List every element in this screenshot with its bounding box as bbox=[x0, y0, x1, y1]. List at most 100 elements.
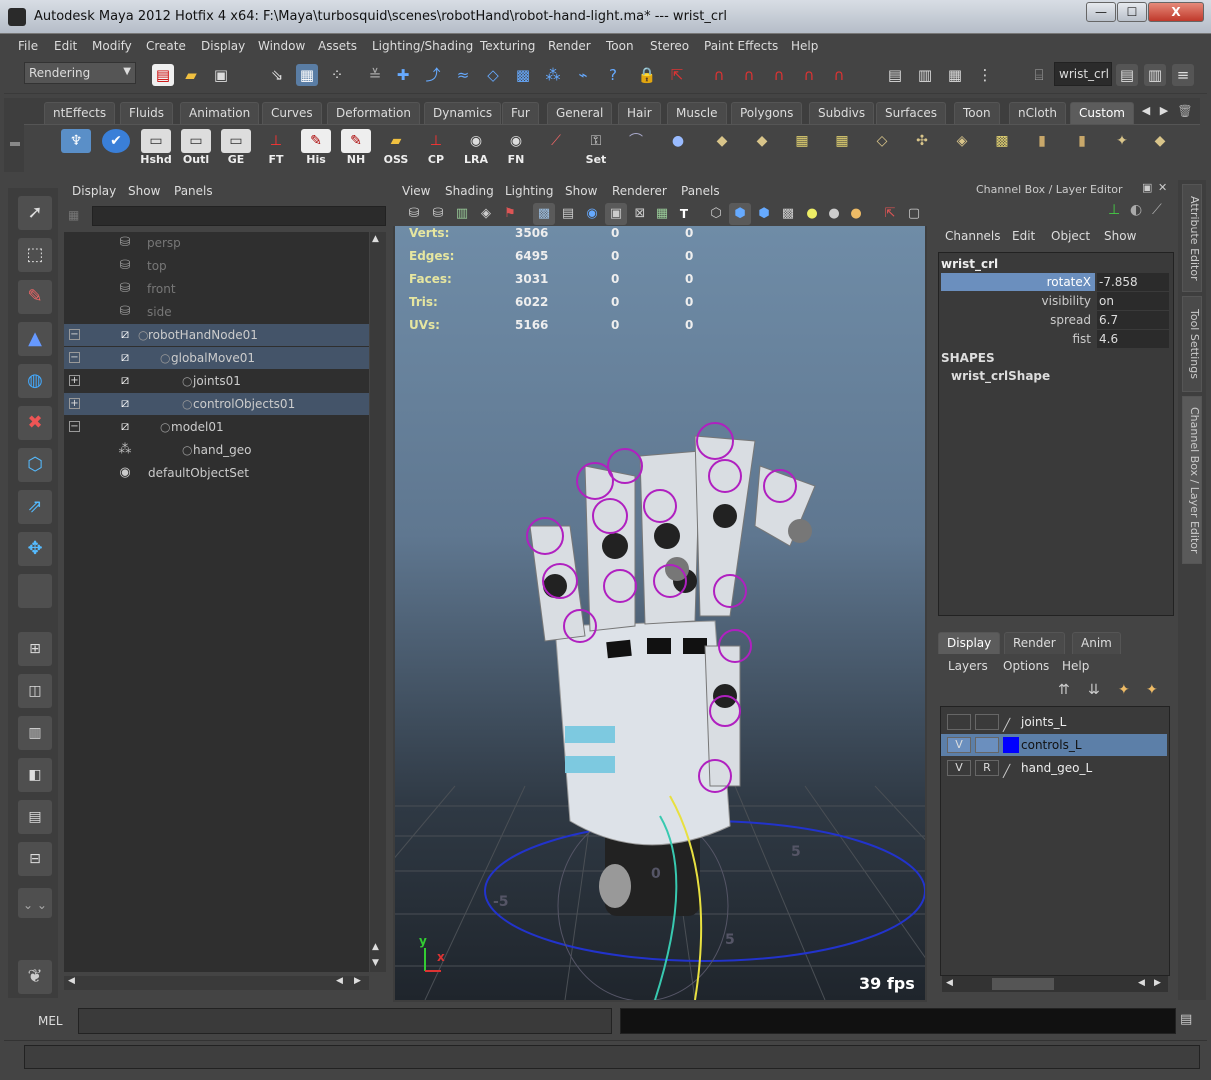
trash-icon[interactable]: 🗑 bbox=[1176, 100, 1194, 122]
gate-mask-icon[interactable]: ▣ bbox=[605, 203, 627, 225]
layer-tab-display[interactable]: Display bbox=[938, 632, 1001, 654]
smooth-shade-icon[interactable]: ⬢ bbox=[729, 203, 751, 225]
layer-tab-anim[interactable]: Anim bbox=[1072, 632, 1121, 654]
menu-render[interactable]: Render bbox=[548, 39, 591, 53]
safe-action-icon[interactable]: ▦ bbox=[651, 203, 673, 225]
channel-value[interactable]: -7.858 bbox=[1097, 273, 1169, 291]
shelf-btn-tool-10-icon[interactable]: ▮ bbox=[1064, 129, 1100, 169]
shelf-tab-muscle[interactable]: Muscle bbox=[667, 102, 727, 124]
resolution-gate-icon[interactable]: ◉ bbox=[581, 203, 603, 225]
viewport-menu-shading[interactable]: Shading bbox=[445, 184, 494, 198]
select-hierarchy-icon[interactable]: ⇘ bbox=[266, 64, 288, 86]
layer-menu-layers[interactable]: Layers bbox=[948, 659, 988, 673]
move-tool-icon[interactable]: ▲ bbox=[18, 322, 52, 356]
layout-custom-icon[interactable]: ⊟ bbox=[18, 842, 52, 876]
lasso-tool-icon[interactable]: ⬚ bbox=[18, 238, 52, 272]
input-ops-icon[interactable]: ⇱ bbox=[666, 64, 688, 86]
outliner-item-top[interactable]: ⛁ top bbox=[64, 255, 369, 277]
shelf-scroll-right-icon[interactable]: ▶ bbox=[1156, 100, 1172, 122]
viewport-menu-panels[interactable]: Panels bbox=[681, 184, 720, 198]
layer-row-controls-l[interactable]: V controls_L bbox=[941, 734, 1167, 756]
layer-visibility-toggle[interactable]: V bbox=[947, 760, 971, 776]
lock-icon[interactable]: 🔒 bbox=[636, 64, 658, 86]
layout-four-view-icon[interactable]: ⊞ bbox=[18, 632, 52, 666]
outliner-item-front[interactable]: ⛁ front bbox=[64, 278, 369, 300]
viewport-menu-renderer[interactable]: Renderer bbox=[612, 184, 667, 198]
toggle-layer-editor-icon[interactable]: ≡ bbox=[1172, 64, 1194, 86]
show-tool-settings-icon[interactable]: ▥ bbox=[914, 64, 936, 86]
maya-logo-icon[interactable]: ❦ bbox=[18, 960, 52, 994]
collapse-toggle[interactable]: − bbox=[69, 352, 80, 363]
shelf-tab-hair[interactable]: Hair bbox=[618, 102, 661, 124]
viewport-menu-lighting[interactable]: Lighting bbox=[505, 184, 554, 198]
side-tab-tool-settings[interactable]: Tool Settings bbox=[1182, 296, 1202, 392]
expand-toggle[interactable]: + bbox=[69, 375, 80, 386]
menu-stereo[interactable]: Stereo bbox=[650, 39, 689, 53]
render-current-icon[interactable]: ∩ bbox=[708, 64, 730, 86]
outliner-menu-display[interactable]: Display bbox=[72, 184, 116, 198]
shelf-btn-hshd[interactable]: ▭ Hshd bbox=[138, 129, 174, 169]
collapse-toggle[interactable]: − bbox=[69, 329, 80, 340]
shelf-btn-his[interactable]: ✎ His bbox=[298, 129, 334, 169]
outliner-item-model01[interactable]: − ⧄ ○ model01 bbox=[64, 416, 369, 438]
default-lighting-icon[interactable]: ● bbox=[801, 203, 823, 225]
outliner-item-side[interactable]: ⛁ side bbox=[64, 301, 369, 323]
new-layer-selected-icon[interactable]: ✦ bbox=[1146, 682, 1158, 698]
object-name-field[interactable]: wrist_crl bbox=[1054, 62, 1112, 86]
menu-window[interactable]: Window bbox=[258, 39, 305, 53]
scroll-down-icon[interactable]: ▼ bbox=[372, 958, 379, 968]
image-plane-icon[interactable]: ◈ bbox=[475, 203, 497, 225]
layout-menu-icon[interactable]: ⌄ ⌄ bbox=[18, 888, 52, 918]
outliner-item-robothandnode01[interactable]: − ⧄ ○ robotHandNode01 bbox=[64, 324, 369, 346]
field-options-icon[interactable]: ⌸ bbox=[1028, 64, 1050, 86]
outliner-search-field[interactable] bbox=[92, 206, 386, 226]
menu-toon[interactable]: Toon bbox=[606, 39, 634, 53]
shelf-btn-outl[interactable]: ▭ Outl bbox=[178, 129, 214, 169]
layer-display-type-toggle[interactable] bbox=[975, 714, 999, 730]
grid-icon[interactable]: ▩ bbox=[533, 203, 555, 225]
shelf-btn-check-icon[interactable]: ✔ bbox=[98, 129, 134, 169]
menu-file[interactable]: File bbox=[18, 39, 38, 53]
help-question-icon[interactable]: ? bbox=[602, 64, 624, 86]
snap-curve-icon[interactable]: ⤴ bbox=[422, 64, 444, 86]
layer-color-swatch[interactable]: ╱ bbox=[1003, 714, 1019, 732]
float-panel-icon[interactable]: ▣ bbox=[1142, 181, 1152, 194]
layer-row-hand-geo-l[interactable]: V R ╱ hand_geo_L bbox=[941, 757, 1167, 779]
shelf-btn-tool-1-icon[interactable]: ◆ bbox=[704, 129, 740, 169]
shelf-tab-deformation[interactable]: Deformation bbox=[327, 102, 420, 124]
shelf-btn-ik-icon[interactable]: ⌒ bbox=[618, 129, 654, 169]
channel-value[interactable]: 6.7 bbox=[1097, 311, 1169, 329]
open-scene-icon[interactable]: ▰ bbox=[180, 64, 202, 86]
collapse-toggle[interactable]: − bbox=[69, 421, 80, 432]
scroll-left-icon[interactable]: ◀ bbox=[68, 976, 75, 986]
shelf-btn-oss[interactable]: ▰ OSS bbox=[378, 129, 414, 169]
safe-title-icon[interactable]: T bbox=[673, 203, 695, 225]
shelf-btn-fn[interactable]: ◉ FN bbox=[498, 129, 534, 169]
new-scene-icon[interactable]: ▤ bbox=[152, 64, 174, 86]
outliner-horizontal-scrollbar[interactable]: ◀ ◀ ▶ bbox=[64, 976, 369, 990]
viewport-scene[interactable]: Verts: 3506 0 0 Edges: 6495 0 0 Faces: 3… bbox=[395, 226, 925, 1000]
move-layer-down-icon[interactable]: ⇊ bbox=[1088, 682, 1100, 698]
snap-surface-icon[interactable]: ▩ bbox=[512, 64, 534, 86]
manipulator-tool-icon[interactable]: ⬡ bbox=[18, 448, 52, 482]
menu-assets[interactable]: Assets bbox=[318, 39, 357, 53]
menuset-dropdown[interactable]: Rendering ▼ bbox=[24, 62, 136, 84]
layer-visibility-toggle[interactable] bbox=[947, 714, 971, 730]
wireframe-on-shaded-icon[interactable]: ⬢ bbox=[753, 203, 775, 225]
shelf-btn-tool-6-icon[interactable]: ✣ bbox=[904, 129, 940, 169]
grease-pencil-icon[interactable]: ⚑ bbox=[499, 203, 521, 225]
shelf-tab-painteffects[interactable]: ntEffects bbox=[44, 102, 116, 124]
bookmark-icon[interactable]: ▥ bbox=[451, 203, 473, 225]
shelf-tab-curves[interactable]: Curves bbox=[262, 102, 322, 124]
close-button[interactable]: X bbox=[1148, 2, 1204, 22]
toggle-channel-box-icon[interactable]: ▤ bbox=[1116, 64, 1138, 86]
shelf-btn-cp[interactable]: ⊥ CP bbox=[418, 129, 454, 169]
layer-display-type-toggle[interactable] bbox=[975, 737, 999, 753]
wireframe-icon[interactable]: ⬡ bbox=[705, 203, 727, 225]
toggle-tool-settings-icon[interactable]: ▥ bbox=[1144, 64, 1166, 86]
film-gate-icon[interactable]: ▤ bbox=[557, 203, 579, 225]
channel-menu-edit[interactable]: Edit bbox=[1012, 229, 1035, 243]
channel-row-rotatex[interactable]: rotateX -7.858 bbox=[941, 273, 1169, 291]
soft-mod-icon[interactable]: ⇗ bbox=[18, 490, 52, 524]
render-settings-icon[interactable]: ∩ bbox=[768, 64, 790, 86]
